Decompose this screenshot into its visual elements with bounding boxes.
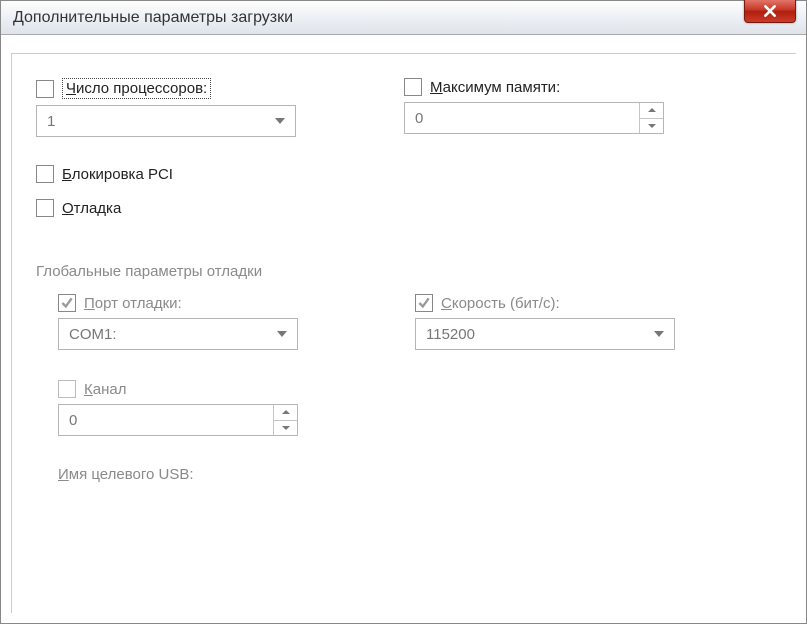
max-mem-value: 0 xyxy=(415,110,423,127)
proc-count-checkbox[interactable] xyxy=(36,80,54,98)
close-icon xyxy=(763,4,777,18)
spin-up-button[interactable] xyxy=(274,405,297,421)
debug-checkbox[interactable] xyxy=(36,199,54,217)
speed-value: 115200 xyxy=(426,326,475,343)
max-mem-checkbox[interactable] xyxy=(404,78,422,96)
channel-value: 0 xyxy=(69,412,77,429)
chevron-up-icon xyxy=(648,108,656,112)
dialog-window: Дополнительные параметры загрузки Число … xyxy=(0,0,807,624)
spin-up-button[interactable] xyxy=(640,103,663,119)
main-panel: Число процессоров: 1 Блокировка PCI xyxy=(11,53,796,613)
spin-buttons xyxy=(273,405,297,435)
usb-target-label: Имя целевого USB: xyxy=(58,466,415,483)
proc-count-label: Число процессоров: xyxy=(62,78,211,99)
debug-port-checkbox xyxy=(58,294,76,312)
speed-checkbox xyxy=(415,294,433,312)
chevron-down-icon xyxy=(654,331,664,337)
close-button[interactable] xyxy=(744,0,796,23)
debug-port-label: Порт отладки: xyxy=(84,295,182,312)
channel-spinner[interactable]: 0 xyxy=(58,404,298,436)
proc-count-value: 1 xyxy=(47,113,55,130)
global-debug-title: Глобальные параметры отладки xyxy=(36,263,772,280)
spin-buttons xyxy=(639,103,663,133)
channel-label: Канал xyxy=(84,381,126,398)
spin-down-button[interactable] xyxy=(640,119,663,134)
window-title: Дополнительные параметры загрузки xyxy=(13,9,293,27)
debug-port-value: COM1: xyxy=(69,326,117,343)
spin-down-button[interactable] xyxy=(274,421,297,436)
debug-label: Отладка xyxy=(62,200,121,217)
proc-count-dropdown[interactable]: 1 xyxy=(36,105,296,137)
max-mem-spinner[interactable]: 0 xyxy=(404,102,664,134)
speed-label: Скорость (бит/с): xyxy=(441,295,560,312)
debug-port-dropdown[interactable]: COM1: xyxy=(58,318,298,350)
speed-dropdown[interactable]: 115200 xyxy=(415,318,675,350)
chevron-up-icon xyxy=(282,410,290,414)
channel-checkbox xyxy=(58,380,76,398)
titlebar: Дополнительные параметры загрузки xyxy=(1,1,806,35)
chevron-down-icon xyxy=(282,426,290,430)
chevron-down-icon xyxy=(277,331,287,337)
pci-lock-label: Блокировка PCI xyxy=(62,166,173,183)
pci-lock-checkbox[interactable] xyxy=(36,165,54,183)
chevron-down-icon xyxy=(275,118,285,124)
client-area: Число процессоров: 1 Блокировка PCI xyxy=(1,35,806,623)
chevron-down-icon xyxy=(648,124,656,128)
max-mem-label: Максимум памяти: xyxy=(430,79,560,96)
